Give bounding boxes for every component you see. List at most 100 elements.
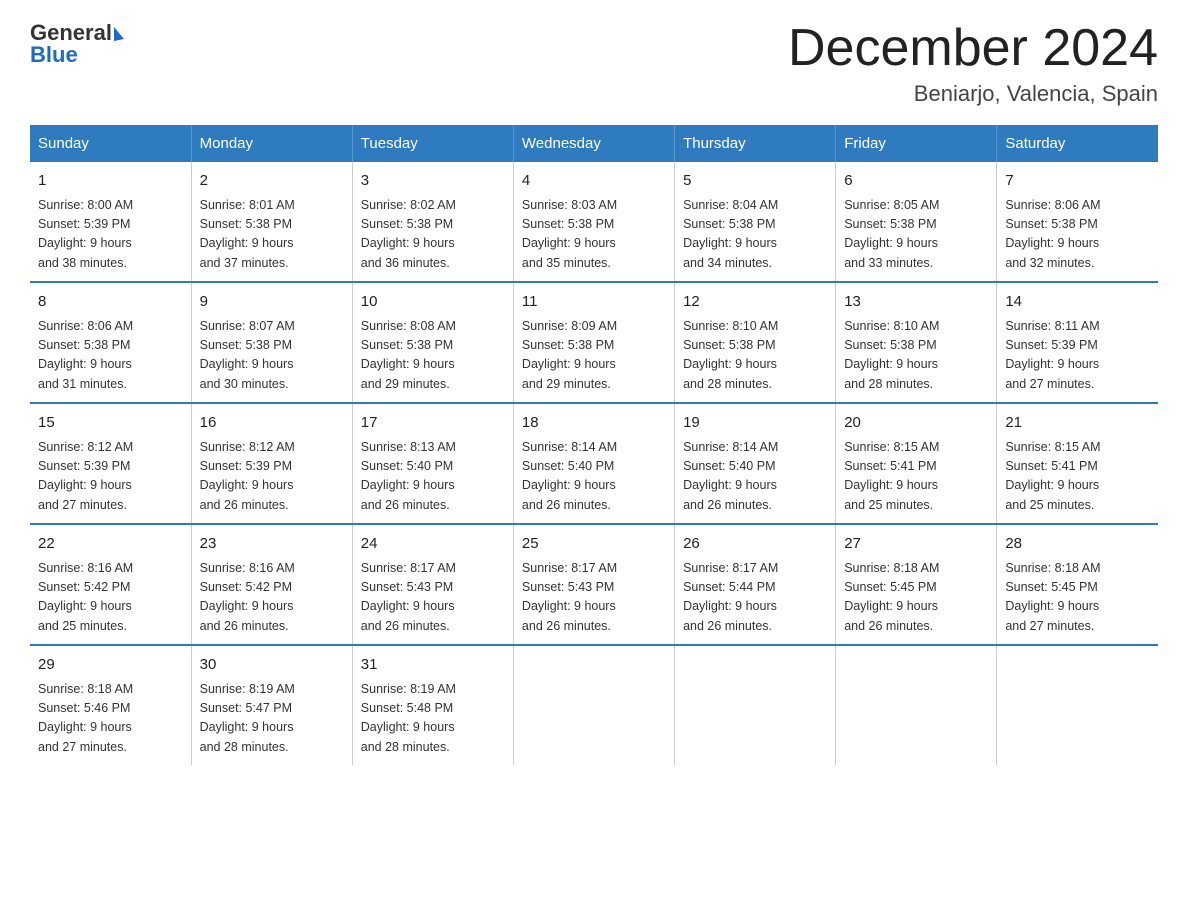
- page-header: General Blue December 2024 Beniarjo, Val…: [30, 20, 1158, 107]
- day-cell: 15 Sunrise: 8:12 AMSunset: 5:39 PMDayligh…: [30, 403, 191, 524]
- calendar-header-row: SundayMondayTuesdayWednesdayThursdayFrid…: [30, 125, 1158, 162]
- day-info: Sunrise: 8:12 AMSunset: 5:39 PMDaylight:…: [38, 438, 183, 516]
- day-cell: 29 Sunrise: 8:18 AMSunset: 5:46 PMDayligh…: [30, 645, 191, 765]
- day-cell: [675, 645, 836, 765]
- day-cell: 17 Sunrise: 8:13 AMSunset: 5:40 PMDayligh…: [352, 403, 513, 524]
- day-info: Sunrise: 8:18 AMSunset: 5:46 PMDaylight:…: [38, 680, 183, 758]
- day-cell: [513, 645, 674, 765]
- day-cell: 3 Sunrise: 8:02 AMSunset: 5:38 PMDaylight…: [352, 162, 513, 282]
- day-info: Sunrise: 8:17 AMSunset: 5:44 PMDaylight:…: [683, 559, 827, 637]
- day-cell: 6 Sunrise: 8:05 AMSunset: 5:38 PMDaylight…: [836, 162, 997, 282]
- day-cell: 7 Sunrise: 8:06 AMSunset: 5:38 PMDaylight…: [997, 162, 1158, 282]
- day-number: 22: [38, 533, 183, 556]
- day-cell: 20 Sunrise: 8:15 AMSunset: 5:41 PMDayligh…: [836, 403, 997, 524]
- day-cell: 1Sunrise: 8:00 AMSunset: 5:39 PMDaylight…: [30, 162, 191, 282]
- day-info: Sunrise: 8:14 AMSunset: 5:40 PMDaylight:…: [683, 438, 827, 516]
- day-number: 20: [844, 412, 988, 435]
- day-info: Sunrise: 8:18 AMSunset: 5:45 PMDaylight:…: [844, 559, 988, 637]
- day-cell: 30Sunrise: 8:19 AMSunset: 5:47 PMDayligh…: [191, 645, 352, 765]
- day-info: Sunrise: 8:05 AMSunset: 5:38 PMDaylight:…: [844, 196, 988, 274]
- day-number: 18: [522, 412, 666, 435]
- day-info: Sunrise: 8:02 AMSunset: 5:38 PMDaylight:…: [361, 196, 505, 274]
- header-thursday: Thursday: [675, 125, 836, 162]
- day-number: 21: [1005, 412, 1150, 435]
- day-cell: 10 Sunrise: 8:08 AMSunset: 5:38 PMDayligh…: [352, 282, 513, 403]
- day-number: 28: [1005, 533, 1150, 556]
- week-row-1: 1Sunrise: 8:00 AMSunset: 5:39 PMDaylight…: [30, 162, 1158, 282]
- day-number: 8: [38, 291, 183, 314]
- header-wednesday: Wednesday: [513, 125, 674, 162]
- day-info: Sunrise: 8:18 AMSunset: 5:45 PMDaylight:…: [1005, 559, 1150, 637]
- day-number: 15: [38, 412, 183, 435]
- day-info: Sunrise: 8:17 AMSunset: 5:43 PMDaylight:…: [361, 559, 505, 637]
- day-cell: 11Sunrise: 8:09 AMSunset: 5:38 PMDayligh…: [513, 282, 674, 403]
- day-info: Sunrise: 8:08 AMSunset: 5:38 PMDaylight:…: [361, 317, 505, 395]
- day-info: Sunrise: 8:15 AMSunset: 5:41 PMDaylight:…: [844, 438, 988, 516]
- day-cell: 13 Sunrise: 8:10 AMSunset: 5:38 PMDayligh…: [836, 282, 997, 403]
- day-number: 29: [38, 654, 183, 677]
- day-cell: 27 Sunrise: 8:18 AMSunset: 5:45 PMDayligh…: [836, 524, 997, 645]
- week-row-2: 8 Sunrise: 8:06 AMSunset: 5:38 PMDaylight…: [30, 282, 1158, 403]
- day-info: Sunrise: 8:19 AMSunset: 5:47 PMDaylight:…: [200, 680, 344, 758]
- day-cell: 2Sunrise: 8:01 AMSunset: 5:38 PMDaylight…: [191, 162, 352, 282]
- day-number: 13: [844, 291, 988, 314]
- day-cell: 9Sunrise: 8:07 AMSunset: 5:38 PMDaylight…: [191, 282, 352, 403]
- day-cell: 19 Sunrise: 8:14 AMSunset: 5:40 PMDayligh…: [675, 403, 836, 524]
- day-info: Sunrise: 8:17 AMSunset: 5:43 PMDaylight:…: [522, 559, 666, 637]
- day-info: Sunrise: 8:11 AMSunset: 5:39 PMDaylight:…: [1005, 317, 1150, 395]
- day-cell: 28 Sunrise: 8:18 AMSunset: 5:45 PMDayligh…: [997, 524, 1158, 645]
- day-cell: [997, 645, 1158, 765]
- day-cell: 16Sunrise: 8:12 AMSunset: 5:39 PMDayligh…: [191, 403, 352, 524]
- day-info: Sunrise: 8:07 AMSunset: 5:38 PMDaylight:…: [200, 317, 344, 395]
- day-cell: 4Sunrise: 8:03 AMSunset: 5:38 PMDaylight…: [513, 162, 674, 282]
- day-info: Sunrise: 8:15 AMSunset: 5:41 PMDaylight:…: [1005, 438, 1150, 516]
- day-cell: 25Sunrise: 8:17 AMSunset: 5:43 PMDayligh…: [513, 524, 674, 645]
- header-monday: Monday: [191, 125, 352, 162]
- day-info: Sunrise: 8:19 AMSunset: 5:48 PMDaylight:…: [361, 680, 505, 758]
- day-number: 19: [683, 412, 827, 435]
- day-info: Sunrise: 8:13 AMSunset: 5:40 PMDaylight:…: [361, 438, 505, 516]
- day-number: 31: [361, 654, 505, 677]
- day-number: 14: [1005, 291, 1150, 314]
- day-cell: 24 Sunrise: 8:17 AMSunset: 5:43 PMDayligh…: [352, 524, 513, 645]
- day-info: Sunrise: 8:10 AMSunset: 5:38 PMDaylight:…: [844, 317, 988, 395]
- day-info: Sunrise: 8:09 AMSunset: 5:38 PMDaylight:…: [522, 317, 666, 395]
- day-number: 2: [200, 170, 344, 193]
- day-number: 10: [361, 291, 505, 314]
- week-row-5: 29 Sunrise: 8:18 AMSunset: 5:46 PMDayligh…: [30, 645, 1158, 765]
- logo-blue: Blue: [30, 42, 124, 68]
- day-number: 23: [200, 533, 344, 556]
- day-number: 26: [683, 533, 827, 556]
- day-number: 24: [361, 533, 505, 556]
- day-cell: 21 Sunrise: 8:15 AMSunset: 5:41 PMDayligh…: [997, 403, 1158, 524]
- day-info: Sunrise: 8:12 AMSunset: 5:39 PMDaylight:…: [200, 438, 344, 516]
- day-cell: 22 Sunrise: 8:16 AMSunset: 5:42 PMDayligh…: [30, 524, 191, 645]
- day-info: Sunrise: 8:06 AMSunset: 5:38 PMDaylight:…: [1005, 196, 1150, 274]
- day-info: Sunrise: 8:03 AMSunset: 5:38 PMDaylight:…: [522, 196, 666, 274]
- title-area: December 2024 Beniarjo, Valencia, Spain: [788, 20, 1158, 107]
- day-number: 7: [1005, 170, 1150, 193]
- calendar-table: SundayMondayTuesdayWednesdayThursdayFrid…: [30, 125, 1158, 765]
- logo: General Blue: [30, 20, 124, 68]
- page-title: December 2024: [788, 20, 1158, 77]
- day-info: Sunrise: 8:16 AMSunset: 5:42 PMDaylight:…: [200, 559, 344, 637]
- day-number: 6: [844, 170, 988, 193]
- day-number: 5: [683, 170, 827, 193]
- day-info: Sunrise: 8:06 AMSunset: 5:38 PMDaylight:…: [38, 317, 183, 395]
- week-row-3: 15 Sunrise: 8:12 AMSunset: 5:39 PMDayligh…: [30, 403, 1158, 524]
- day-cell: [836, 645, 997, 765]
- day-number: 17: [361, 412, 505, 435]
- day-cell: 14 Sunrise: 8:11 AMSunset: 5:39 PMDayligh…: [997, 282, 1158, 403]
- page-subtitle: Beniarjo, Valencia, Spain: [788, 81, 1158, 107]
- day-cell: 5 Sunrise: 8:04 AMSunset: 5:38 PMDaylight…: [675, 162, 836, 282]
- day-info: Sunrise: 8:14 AMSunset: 5:40 PMDaylight:…: [522, 438, 666, 516]
- day-info: Sunrise: 8:16 AMSunset: 5:42 PMDaylight:…: [38, 559, 183, 637]
- day-number: 1: [38, 170, 183, 193]
- day-number: 12: [683, 291, 827, 314]
- day-info: Sunrise: 8:10 AMSunset: 5:38 PMDaylight:…: [683, 317, 827, 395]
- day-cell: 18 Sunrise: 8:14 AMSunset: 5:40 PMDayligh…: [513, 403, 674, 524]
- day-cell: 12 Sunrise: 8:10 AMSunset: 5:38 PMDayligh…: [675, 282, 836, 403]
- day-info: Sunrise: 8:04 AMSunset: 5:38 PMDaylight:…: [683, 196, 827, 274]
- day-number: 27: [844, 533, 988, 556]
- day-number: 3: [361, 170, 505, 193]
